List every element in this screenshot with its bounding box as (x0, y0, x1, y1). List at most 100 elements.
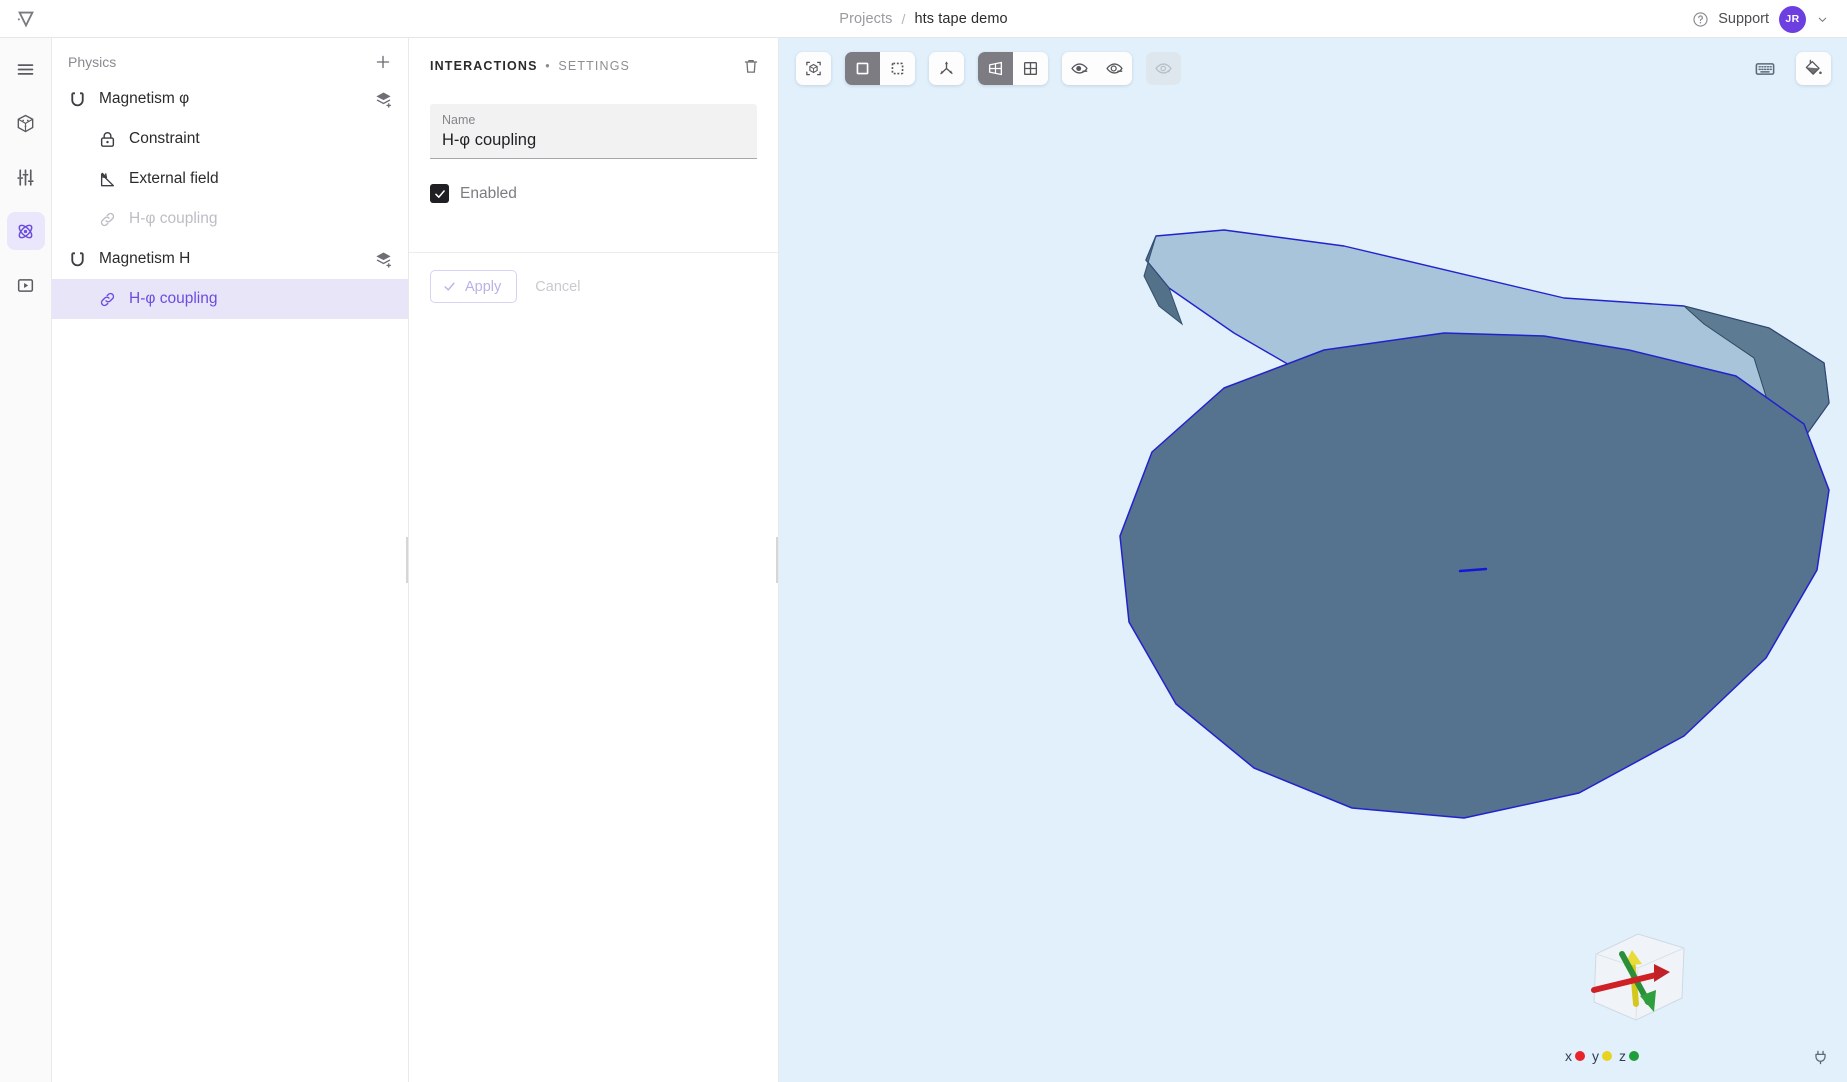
sidebar-item-geometry[interactable] (7, 104, 45, 142)
toolbar-group-view-mode (978, 52, 1048, 85)
toolbar-group-visibility (1062, 52, 1132, 85)
viewport-toolbar (796, 52, 1181, 85)
sidebar-item-run[interactable] (7, 266, 45, 304)
perspective-icon (988, 61, 1003, 76)
grid-icon (1023, 61, 1038, 76)
axes-gizmo-button[interactable] (929, 52, 964, 85)
external-field-icon (98, 170, 124, 189)
paint-bucket-icon (1805, 59, 1822, 75)
app-logo[interactable] (0, 8, 52, 30)
chevron-down-icon[interactable] (1816, 13, 1829, 26)
add-physics-button[interactable] (372, 51, 394, 73)
toolbar-group-selection-mode (845, 52, 915, 85)
trash-icon (744, 60, 758, 73)
app-root: Projects / hts tape demo Support JR Phys… (0, 0, 1847, 1082)
enabled-row: Enabled (430, 184, 757, 203)
physics-tree-panel: Physics Magnetism φ Constraint External … (52, 38, 411, 1082)
name-field[interactable]: Name H-φ coupling (430, 104, 757, 159)
support-label: Support (1718, 11, 1769, 27)
tree-item-label: H-φ coupling (129, 210, 218, 227)
help-circle-icon (1693, 11, 1708, 27)
breadcrumb: Projects / hts tape demo (839, 11, 1007, 27)
settings-title: INTERACTIONS • SETTINGS (430, 59, 740, 73)
main-body: Physics Magnetism φ Constraint External … (0, 38, 1847, 1082)
dashed-square-icon (891, 62, 904, 75)
eye-off-icon (1155, 63, 1172, 74)
layers-add-icon (375, 92, 391, 108)
tree-item-magnetism-h[interactable]: Magnetism H (52, 239, 408, 279)
link-icon (98, 290, 124, 309)
fill-color-button[interactable] (1796, 52, 1831, 85)
3d-viewport[interactable]: x y z (779, 38, 1847, 1082)
filled-square-icon (856, 62, 869, 75)
add-layer-button-magnetism-h[interactable] (372, 248, 394, 270)
tree-item-label: External field (129, 170, 219, 187)
delete-interaction-button[interactable] (740, 55, 762, 77)
axis-legend: x y z (1565, 1048, 1639, 1064)
perspective-view-button[interactable] (978, 52, 1013, 85)
sliders-icon (17, 168, 34, 186)
tree-item-magnetism-phi[interactable]: Magnetism φ (52, 79, 408, 119)
enabled-checkbox[interactable] (430, 184, 449, 203)
magnet-icon (68, 250, 94, 269)
axis-legend-x: x (1565, 1048, 1585, 1064)
select-box-button[interactable] (880, 52, 915, 85)
apply-button[interactable]: Apply (430, 270, 518, 303)
eye-minus-icon (1071, 63, 1088, 74)
keyboard-shortcuts-button[interactable] (1751, 55, 1779, 83)
add-layer-button-magnetism-phi[interactable] (372, 88, 394, 110)
focus-selection-button[interactable] (796, 52, 831, 85)
tree-item-external-field[interactable]: External field (52, 159, 408, 199)
name-input[interactable]: H-φ coupling (442, 131, 745, 150)
grid-view-button[interactable] (1013, 52, 1048, 85)
toolbar-group-fill (1796, 52, 1831, 85)
vector-logo-icon (17, 11, 34, 27)
tree-item-constraint[interactable]: Constraint (52, 119, 408, 159)
sidebar-item-menu[interactable] (7, 50, 45, 88)
sidebar-item-physics[interactable] (6, 212, 45, 250)
enabled-label: Enabled (460, 184, 517, 202)
check-icon (444, 282, 455, 291)
toolbar-group-focus (796, 52, 831, 85)
focus-cube-icon (806, 61, 821, 76)
axis-label-z: z (1619, 1048, 1626, 1064)
atom-icon (18, 224, 33, 238)
tree-item-label: H-φ coupling (129, 290, 218, 307)
axis-dot-y (1602, 1051, 1612, 1061)
settings-body: Name H-φ coupling Enabled (409, 86, 778, 203)
axis-legend-z: z (1619, 1048, 1639, 1064)
hide-selected-button[interactable] (1062, 52, 1097, 85)
top-bar-right: Support JR (1692, 0, 1829, 38)
eye-plus-icon (1106, 63, 1123, 74)
toolbar-group-show-all (1146, 52, 1181, 85)
connection-status-button[interactable] (1812, 1049, 1834, 1071)
breadcrumb-separator: / (901, 10, 906, 27)
tree-item-h-phi-coupling-disabled[interactable]: H-φ coupling (52, 199, 408, 239)
physics-tree-header: Physics (52, 45, 408, 79)
tree-item-label: Magnetism H (99, 250, 191, 267)
breadcrumb-projects-link[interactable]: Projects (839, 11, 892, 27)
settings-title-primary: INTERACTIONS (430, 59, 538, 73)
viewport-right-controls (1751, 52, 1831, 85)
axis-label-x: x (1565, 1048, 1572, 1064)
settings-header: INTERACTIONS • SETTINGS (409, 46, 778, 86)
axis-arrows-icon (940, 61, 953, 75)
physics-tree-title: Physics (68, 54, 117, 70)
tree-item-h-phi-coupling-selected[interactable]: H-φ coupling (52, 279, 408, 319)
axis-label-y: y (1592, 1048, 1599, 1064)
magnet-icon (68, 90, 94, 109)
toolbar-group-axes (929, 52, 964, 85)
icon-rail (0, 38, 52, 1082)
layers-add-icon (375, 252, 391, 268)
cancel-button[interactable]: Cancel (527, 279, 588, 295)
axis-legend-y: y (1592, 1048, 1612, 1064)
apply-label: Apply (465, 278, 502, 295)
breadcrumb-current-project[interactable]: hts tape demo (914, 11, 1007, 27)
orientation-gizmo[interactable] (1574, 910, 1702, 1038)
select-solid-button[interactable] (845, 52, 880, 85)
support-button[interactable]: Support (1692, 11, 1769, 28)
avatar[interactable]: JR (1779, 5, 1806, 33)
cube-icon (17, 114, 34, 132)
sidebar-item-settings[interactable] (7, 158, 45, 196)
show-selected-button[interactable] (1097, 52, 1132, 85)
